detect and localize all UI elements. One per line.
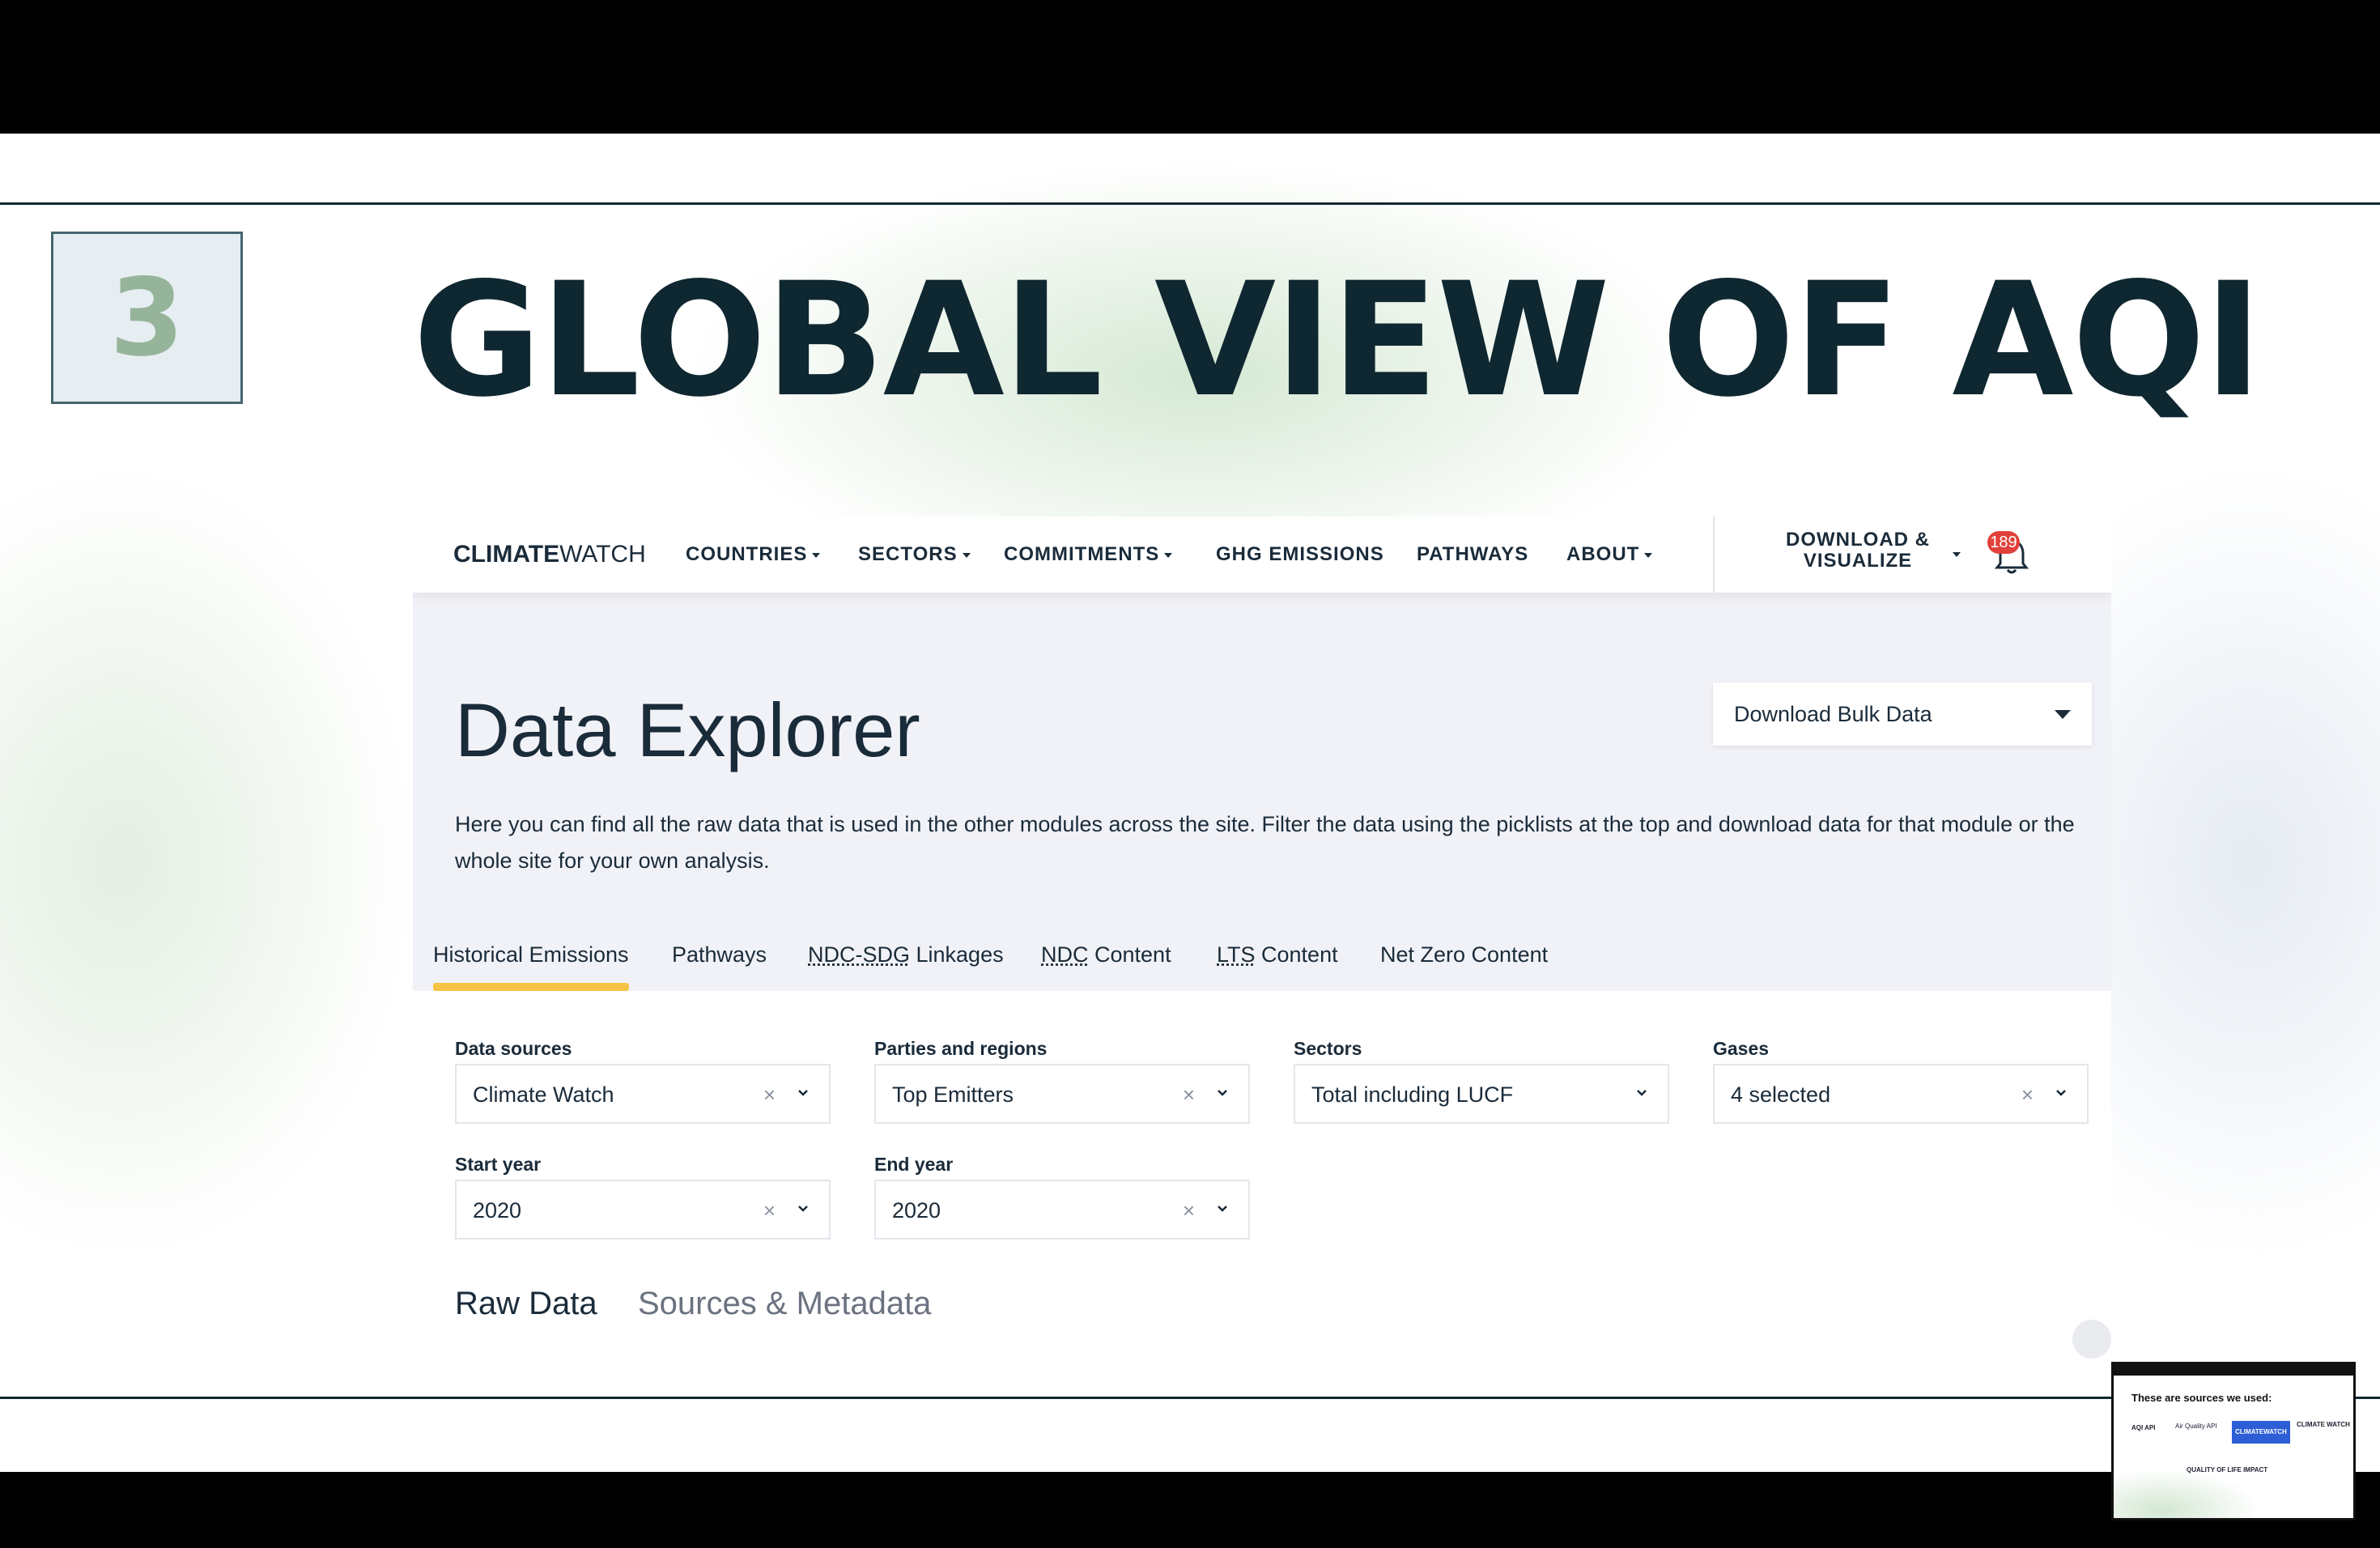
- notification-badge: 189: [1987, 531, 2020, 554]
- page-description: Here you can find all the raw data that …: [455, 812, 2075, 873]
- lts-rest: Content: [1255, 942, 1338, 967]
- tab-pathways[interactable]: Pathways: [672, 934, 767, 991]
- sectors-select[interactable]: Total including LUCF: [1294, 1064, 1669, 1124]
- filter-panel: [413, 991, 2111, 1333]
- chevron-down-icon[interactable]: [798, 1088, 808, 1098]
- top-black-bar: [0, 0, 2380, 134]
- ndc-sdg-abbr: NDC-SDG: [808, 942, 910, 967]
- active-tab-indicator: [433, 983, 629, 991]
- nav-pathways[interactable]: PATHWAYS: [1417, 517, 1528, 593]
- nav-sectors-label: SECTORS: [858, 543, 958, 565]
- download-line-1: DOWNLOAD &: [1786, 529, 1930, 551]
- slide-top-rule: [0, 202, 2380, 205]
- thumbnail-climate-watch: CLIMATE WATCH: [2297, 1421, 2350, 1428]
- bottom-black-bar: [0, 1472, 2380, 1548]
- tab-sources-metadata[interactable]: Sources & Metadata: [638, 1286, 931, 1322]
- thumbnail-aqi-api: AQI API: [2131, 1424, 2156, 1431]
- website-screenshot: CLIMATEWATCH COUNTRIES SECTORS COMMITMEN…: [413, 517, 2111, 1333]
- sectors-label: Sectors: [1294, 1038, 1362, 1059]
- slide-title: GLOBAL VIEW OF AQI: [413, 249, 2263, 432]
- ndc-rest: Content: [1088, 942, 1171, 967]
- climatewatch-logo[interactable]: CLIMATEWATCH: [453, 517, 646, 593]
- chevron-down-icon[interactable]: [1637, 1088, 1647, 1098]
- clear-icon[interactable]: ×: [763, 1181, 776, 1240]
- sectors-value: Total including LUCF: [1311, 1082, 1514, 1107]
- lts-abbr: LTS: [1217, 942, 1256, 967]
- thumbnail-climatewatch-logo: CLIMATEWATCH: [2232, 1421, 2290, 1444]
- nav-about-label: ABOUT: [1566, 543, 1640, 565]
- chevron-down-icon[interactable]: [798, 1204, 808, 1214]
- start-year-select[interactable]: 2020 ×: [455, 1180, 831, 1240]
- thumbnail-quality-of-life: QUALITY OF LIFE IMPACT: [2187, 1466, 2268, 1474]
- slide-bottom-rule: [0, 1397, 2380, 1399]
- data-sources-value: Climate Watch: [473, 1082, 614, 1107]
- download-bulk-label: Download Bulk Data: [1734, 702, 1932, 726]
- start-year-value: 2020: [473, 1198, 522, 1223]
- tab-ndc-sdg-linkages[interactable]: NDC-SDG Linkages: [808, 934, 1004, 991]
- tab-lts-content[interactable]: LTS Content: [1217, 934, 1338, 991]
- start-year-label: Start year: [455, 1154, 542, 1175]
- gases-select[interactable]: 4 selected ×: [1713, 1064, 2089, 1124]
- nav-countries[interactable]: COUNTRIES: [686, 517, 821, 593]
- next-slide-thumbnail[interactable]: These are sources we used: AQI API Air Q…: [2111, 1362, 2356, 1520]
- ndc-sdg-rest: Linkages: [910, 942, 1004, 967]
- end-year-value: 2020: [892, 1198, 941, 1223]
- clear-icon[interactable]: ×: [763, 1065, 776, 1124]
- data-sources-label: Data sources: [455, 1038, 572, 1059]
- chevron-down-icon[interactable]: [1218, 1204, 1227, 1214]
- parties-regions-label: Parties and regions: [874, 1038, 1048, 1059]
- end-year-label: End year: [874, 1154, 954, 1175]
- caret-down-icon: [812, 552, 821, 558]
- thumbnail-air-quality-api: Air Quality API: [2175, 1423, 2217, 1430]
- end-year-select[interactable]: 2020 ×: [874, 1180, 1250, 1240]
- data-sources-select[interactable]: Climate Watch ×: [455, 1064, 831, 1124]
- tab-net-zero-content[interactable]: Net Zero Content: [1380, 934, 1548, 991]
- chevron-down-icon[interactable]: [2056, 1088, 2066, 1098]
- nav-commitments-label: COMMITMENTS: [1004, 543, 1160, 565]
- tab-raw-data[interactable]: Raw Data: [455, 1286, 597, 1322]
- nav-commitments[interactable]: COMMITMENTS: [1004, 517, 1173, 593]
- ndc-abbr: NDC: [1041, 942, 1089, 967]
- caret-down-icon[interactable]: [1953, 552, 1961, 557]
- download-visualize-menu[interactable]: DOWNLOAD & VISUALIZE: [1765, 529, 1951, 572]
- download-line-2: VISUALIZE: [1803, 550, 1913, 572]
- caret-down-icon: [1164, 552, 1173, 558]
- page-heading: Data Explorer: [455, 687, 920, 772]
- parties-regions-value: Top Emitters: [892, 1082, 1014, 1107]
- caret-down-icon: [2055, 710, 2071, 719]
- caret-down-icon: [962, 552, 971, 558]
- clear-icon[interactable]: ×: [1183, 1181, 1195, 1240]
- clear-icon[interactable]: ×: [2021, 1065, 2034, 1124]
- nav-ghg-emissions[interactable]: GHG EMISSIONS: [1216, 517, 1384, 593]
- gases-value: 4 selected: [1731, 1082, 1831, 1107]
- tab-ndc-content[interactable]: NDC Content: [1041, 934, 1171, 991]
- logo-bold-text: CLIMATE: [453, 541, 560, 568]
- gases-label: Gases: [1713, 1038, 1770, 1059]
- site-navbar: CLIMATEWATCH COUNTRIES SECTORS COMMITMEN…: [413, 517, 2111, 593]
- clear-icon[interactable]: ×: [1183, 1065, 1195, 1124]
- nav-about[interactable]: ABOUT: [1566, 517, 1653, 593]
- download-bulk-data-dropdown[interactable]: Download Bulk Data: [1713, 683, 2092, 746]
- parties-regions-select[interactable]: Top Emitters ×: [874, 1064, 1250, 1124]
- nav-divider: [1713, 517, 1715, 593]
- nav-sectors[interactable]: SECTORS: [858, 517, 971, 593]
- logo-light-text: WATCH: [559, 541, 646, 568]
- nav-countries-label: COUNTRIES: [686, 543, 808, 565]
- chevron-down-icon[interactable]: [1218, 1088, 1227, 1098]
- thumbnail-title: These are sources we used:: [2131, 1392, 2272, 1404]
- thumbnail-top-bar: [2114, 1364, 2353, 1376]
- scroll-button[interactable]: [2072, 1320, 2111, 1359]
- slide-number: 3: [51, 232, 243, 404]
- caret-down-icon: [1644, 552, 1653, 558]
